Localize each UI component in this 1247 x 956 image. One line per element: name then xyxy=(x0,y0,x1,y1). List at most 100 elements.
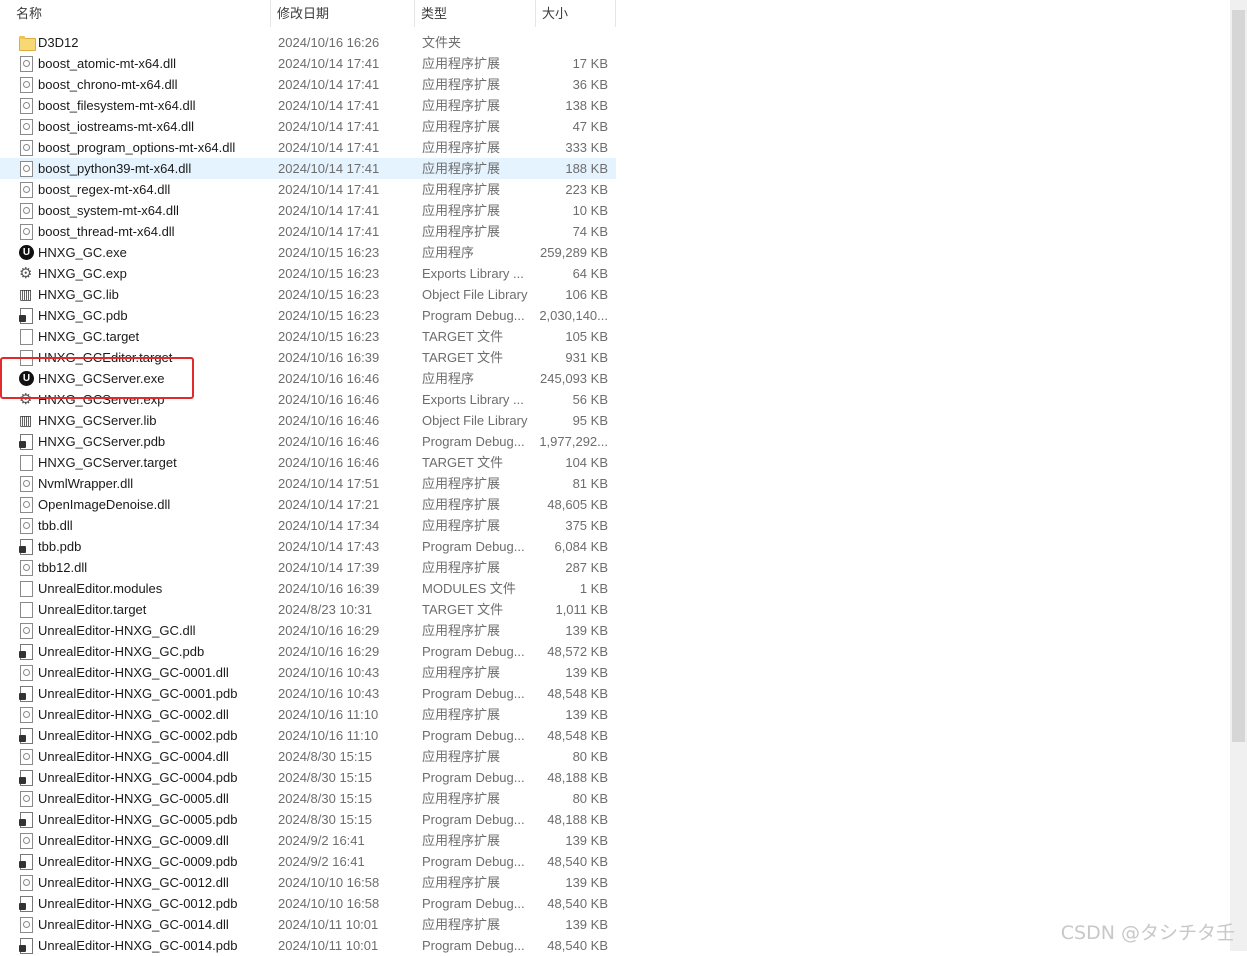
column-header-date-label: 修改日期 xyxy=(277,6,330,21)
file-name-cell[interactable]: UnrealEditor-HNXG_GC-0005.dll xyxy=(0,788,271,809)
vertical-scrollbar[interactable] xyxy=(1230,0,1247,951)
file-row[interactable]: boost_python39-mt-x64.dll 2024/10/14 17:4… xyxy=(0,158,616,179)
file-name-cell[interactable]: boost_filesystem-mt-x64.dll xyxy=(0,95,271,116)
file-row[interactable]: UnrealEditor-HNXG_GC-0001.dll 2024/10/16 … xyxy=(0,662,616,683)
file-row[interactable]: UnrealEditor.modules 2024/10/16 16:39 MODU… xyxy=(0,578,616,599)
file-row[interactable]: UnrealEditor-HNXG_GC-0012.pdb 2024/10/10 … xyxy=(0,893,616,914)
file-row[interactable]: D3D12 2024/10/16 16:26 文件夹 xyxy=(0,32,616,53)
file-name-cell[interactable]: HNXG_GCServer.lib xyxy=(0,410,271,431)
file-name-cell[interactable]: UnrealEditor-HNXG_GC-0009.pdb xyxy=(0,851,271,872)
file-row[interactable]: UnrealEditor-HNXG_GC.dll 2024/10/16 16:29… xyxy=(0,620,616,641)
file-name-cell[interactable]: UnrealEditor-HNXG_GC-0004.dll xyxy=(0,746,271,767)
file-name-cell[interactable]: UnrealEditor-HNXG_GC.pdb xyxy=(0,641,271,662)
file-row[interactable]: UnrealEditor-HNXG_GC.pdb 2024/10/16 16:29… xyxy=(0,641,616,662)
file-name-cell[interactable]: UnrealEditor-HNXG_GC-0005.pdb xyxy=(0,809,271,830)
file-name-cell[interactable]: UnrealEditor-HNXG_GC-0001.pdb xyxy=(0,683,271,704)
file-name-cell[interactable]: boost_chrono-mt-x64.dll xyxy=(0,74,271,95)
file-row[interactable]: OpenImageDenoise.dll 2024/10/14 17:21 应用程序… xyxy=(0,494,616,515)
file-name-cell[interactable]: boost_system-mt-x64.dll xyxy=(0,200,271,221)
file-row[interactable]: HNXG_GC.pdb 2024/10/15 16:23 Program Debug… xyxy=(0,305,616,326)
file-row[interactable]: UnrealEditor-HNXG_GC-0004.dll 2024/8/30 1… xyxy=(0,746,616,767)
file-row[interactable]: boost_regex-mt-x64.dll 2024/10/14 17:41 应用… xyxy=(0,179,616,200)
file-name-cell[interactable]: NvmlWrapper.dll xyxy=(0,473,271,494)
scrollbar-thumb[interactable] xyxy=(1232,10,1245,742)
file-name-cell[interactable]: HNXG_GCServer.target xyxy=(0,452,271,473)
file-row[interactable]: HNXG_GCEditor.target 2024/10/16 16:39 TARG… xyxy=(0,347,616,368)
file-row[interactable]: tbb.dll 2024/10/14 17:34 应用程序扩展 375 KB xyxy=(0,515,616,536)
file-name-cell[interactable]: UnrealEditor-HNXG_GC-0012.dll xyxy=(0,872,271,893)
file-name-cell[interactable]: boost_program_options-mt-x64.dll xyxy=(0,137,271,158)
file-row[interactable]: boost_iostreams-mt-x64.dll 2024/10/14 17:… xyxy=(0,116,616,137)
file-name-cell[interactable]: D3D12 xyxy=(0,32,271,53)
file-row[interactable]: boost_chrono-mt-x64.dll 2024/10/14 17:41 应… xyxy=(0,74,616,95)
file-name-cell[interactable]: UnrealEditor-HNXG_GC-0002.pdb xyxy=(0,725,271,746)
file-name-cell[interactable]: OpenImageDenoise.dll xyxy=(0,494,271,515)
file-row[interactable]: NvmlWrapper.dll 2024/10/14 17:51 应用程序扩展 81 … xyxy=(0,473,616,494)
file-type: 应用程序扩展 xyxy=(422,77,501,92)
file-row[interactable]: UnrealEditor-HNXG_GC-0009.dll 2024/9/2 16… xyxy=(0,830,616,851)
file-date: 2024/10/14 17:34 xyxy=(278,518,380,533)
file-name-cell[interactable]: boost_thread-mt-x64.dll xyxy=(0,221,271,242)
file-date: 2024/10/15 16:23 xyxy=(278,287,380,302)
file-row[interactable]: HNXG_GC.exp 2024/10/15 16:23 Exports Libra… xyxy=(0,263,616,284)
file-name-cell[interactable]: UnrealEditor.target xyxy=(0,599,271,620)
file-row[interactable]: UnrealEditor-HNXG_GC-0002.dll 2024/10/16 … xyxy=(0,704,616,725)
file-name-cell[interactable]: HNXG_GC.target xyxy=(0,326,271,347)
file-row[interactable]: HNXG_GCServer.exe 2024/10/16 16:46 应用程序 245… xyxy=(0,368,616,389)
file-row[interactable]: HNXG_GC.target 2024/10/15 16:23 TARGET 文件 1… xyxy=(0,326,616,347)
file-name-cell[interactable]: UnrealEditor-HNXG_GC.dll xyxy=(0,620,271,641)
file-name-cell[interactable]: HNXG_GC.exp xyxy=(0,263,271,284)
file-row[interactable]: UnrealEditor-HNXG_GC-0014.pdb 2024/10/11 … xyxy=(0,935,616,956)
file-row[interactable]: HNXG_GCServer.pdb 2024/10/16 16:46 Program… xyxy=(0,431,616,452)
file-row[interactable]: tbb.pdb 2024/10/14 17:43 Program Debug... 6… xyxy=(0,536,616,557)
file-name-cell[interactable]: HNXG_GC.lib xyxy=(0,284,271,305)
file-row[interactable]: UnrealEditor-HNXG_GC-0012.dll 2024/10/10 … xyxy=(0,872,616,893)
file-row[interactable]: boost_atomic-mt-x64.dll 2024/10/14 17:41 应… xyxy=(0,53,616,74)
file-row[interactable]: HNXG_GCServer.exp 2024/10/16 16:46 Exports… xyxy=(0,389,616,410)
file-row[interactable]: HNXG_GCServer.lib 2024/10/16 16:46 Object … xyxy=(0,410,616,431)
file-name-cell[interactable]: boost_python39-mt-x64.dll xyxy=(0,158,271,179)
file-row[interactable]: boost_program_options-mt-x64.dll 2024/10/… xyxy=(0,137,616,158)
file-row[interactable]: boost_system-mt-x64.dll 2024/10/14 17:41 应… xyxy=(0,200,616,221)
file-name-cell[interactable]: HNXG_GCServer.pdb xyxy=(0,431,271,452)
file-name-cell[interactable]: UnrealEditor-HNXG_GC-0009.dll xyxy=(0,830,271,851)
file-name-cell[interactable]: UnrealEditor-HNXG_GC-0012.pdb xyxy=(0,893,271,914)
file-row[interactable]: UnrealEditor-HNXG_GC-0014.dll 2024/10/11 … xyxy=(0,914,616,935)
file-name-cell[interactable]: UnrealEditor-HNXG_GC-0014.dll xyxy=(0,914,271,935)
file-row[interactable]: UnrealEditor-HNXG_GC-0009.pdb 2024/9/2 16… xyxy=(0,851,616,872)
file-row[interactable]: UnrealEditor-HNXG_GC-0005.pdb 2024/8/30 1… xyxy=(0,809,616,830)
file-row[interactable]: boost_thread-mt-x64.dll 2024/10/14 17:41 应… xyxy=(0,221,616,242)
file-row[interactable]: UnrealEditor-HNXG_GC-0005.dll 2024/8/30 1… xyxy=(0,788,616,809)
file-row[interactable]: UnrealEditor-HNXG_GC-0002.pdb 2024/10/16 … xyxy=(0,725,616,746)
file-name-cell[interactable]: UnrealEditor-HNXG_GC-0004.pdb xyxy=(0,767,271,788)
file-row[interactable]: HNXG_GC.lib 2024/10/15 16:23 Object File L… xyxy=(0,284,616,305)
file-row[interactable]: UnrealEditor-HNXG_GC-0004.pdb 2024/8/30 1… xyxy=(0,767,616,788)
column-header-date[interactable]: 修改日期 xyxy=(271,0,415,27)
file-name-cell[interactable]: UnrealEditor-HNXG_GC-0002.dll xyxy=(0,704,271,725)
file-name-cell[interactable]: HNXG_GCEditor.target xyxy=(0,347,271,368)
file-name-cell[interactable]: tbb.dll xyxy=(0,515,271,536)
file-row[interactable]: HNXG_GC.exe 2024/10/15 16:23 应用程序 259,289 K… xyxy=(0,242,616,263)
file-row[interactable]: HNXG_GCServer.target 2024/10/16 16:46 TARG… xyxy=(0,452,616,473)
file-name-cell[interactable]: tbb.pdb xyxy=(0,536,271,557)
column-header-name[interactable]: ^ 名称 xyxy=(0,0,271,27)
file-row[interactable]: UnrealEditor-HNXG_GC-0001.pdb 2024/10/16 … xyxy=(0,683,616,704)
file-name-cell[interactable]: boost_regex-mt-x64.dll xyxy=(0,179,271,200)
file-name-cell[interactable]: HNXG_GCServer.exe xyxy=(0,368,271,389)
column-header-size[interactable]: 大小 xyxy=(536,0,616,27)
column-header-type[interactable]: 类型 xyxy=(415,0,536,27)
file-name-cell[interactable]: boost_iostreams-mt-x64.dll xyxy=(0,116,271,137)
file-name-cell[interactable]: boost_atomic-mt-x64.dll xyxy=(0,53,271,74)
blank-file-icon xyxy=(19,601,33,618)
file-name-cell[interactable]: HNXG_GC.pdb xyxy=(0,305,271,326)
file-name-cell[interactable]: HNXG_GC.exe xyxy=(0,242,271,263)
file-row[interactable]: tbb12.dll 2024/10/14 17:39 应用程序扩展 287 KB xyxy=(0,557,616,578)
file-name-cell[interactable]: UnrealEditor-HNXG_GC-0001.dll xyxy=(0,662,271,683)
file-type: Program Debug... xyxy=(422,539,525,554)
file-name-cell[interactable]: UnrealEditor.modules xyxy=(0,578,271,599)
file-name-cell[interactable]: UnrealEditor-HNXG_GC-0014.pdb xyxy=(0,935,271,956)
file-name-cell[interactable]: tbb12.dll xyxy=(0,557,271,578)
file-name-cell[interactable]: HNXG_GCServer.exp xyxy=(0,389,271,410)
file-row[interactable]: boost_filesystem-mt-x64.dll 2024/10/14 17… xyxy=(0,95,616,116)
file-row[interactable]: UnrealEditor.target 2024/8/23 10:31 TARGET… xyxy=(0,599,616,620)
